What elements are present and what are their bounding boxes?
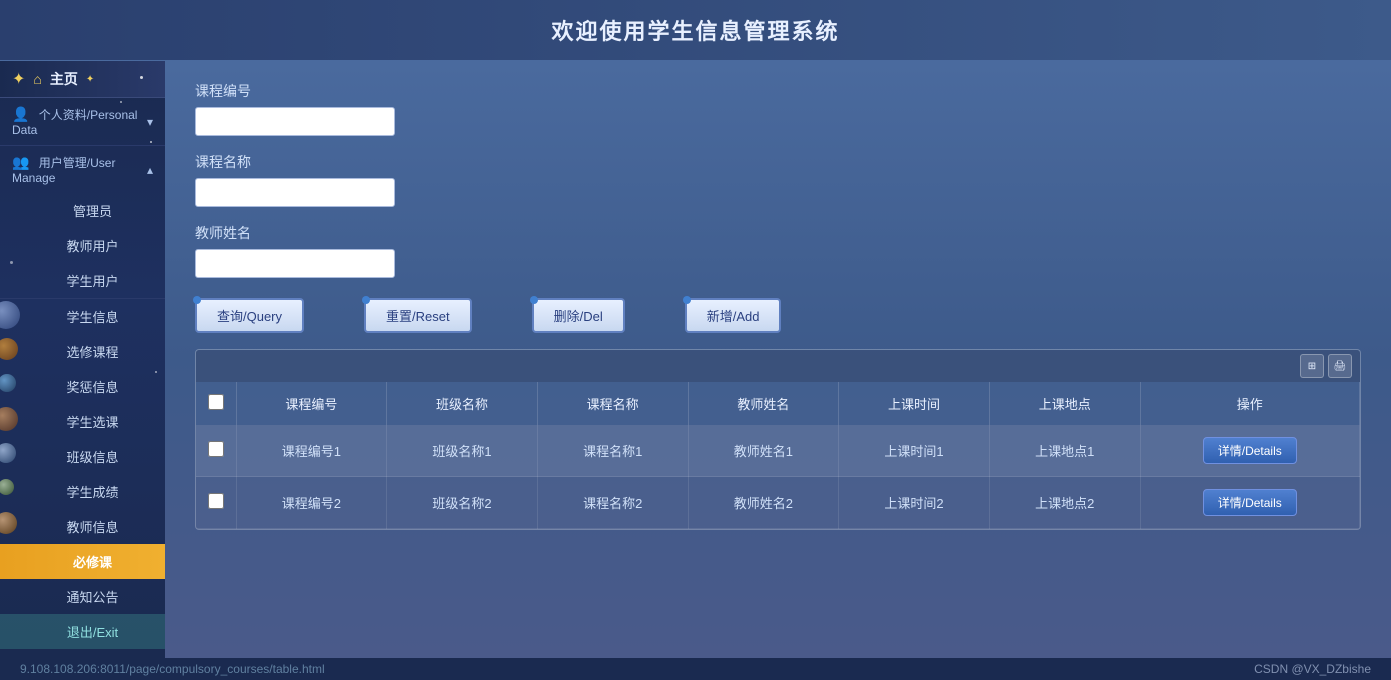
sidebar-item-awards[interactable]: 奖惩信息 — [0, 369, 165, 404]
col-course-id: 课程编号 — [236, 382, 387, 425]
section-user-manage-header[interactable]: 👥 用户管理/User Manage ▴ — [0, 146, 165, 193]
row1-class-time: 上课时间1 — [839, 425, 990, 477]
star-icon-2: ✦ — [86, 74, 94, 85]
sidebar-top: ✦ ⌂ 主页 ✦ — [0, 61, 165, 98]
sidebar-home-label[interactable]: 主页 — [50, 69, 78, 89]
chevron-down-icon: ▾ — [147, 115, 153, 129]
row1-action: 详情/Details — [1140, 425, 1359, 477]
sidebar-item-admin[interactable]: 管理员 — [0, 193, 165, 228]
reset-button[interactable]: 重置/Reset — [364, 298, 472, 333]
users-icon: 👥 — [12, 154, 29, 170]
col-location: 上课地点 — [989, 382, 1140, 425]
row2-checkbox-cell — [196, 477, 236, 529]
row1-checkbox-cell — [196, 425, 236, 477]
course-name-input[interactable] — [195, 178, 395, 207]
row2-class-time: 上课时间2 — [839, 477, 990, 529]
row2-course-name: 课程名称2 — [537, 477, 688, 529]
col-class-name: 班级名称 — [387, 382, 538, 425]
query-button[interactable]: 查询/Query — [195, 298, 304, 333]
sidebar-item-student-user[interactable]: 学生用户 — [0, 263, 165, 298]
footer-url: 9.108.108.206:8011/page/compulsory_cours… — [20, 662, 325, 676]
row2-course-id: 课程编号2 — [236, 477, 387, 529]
row1-details-button[interactable]: 详情/Details — [1203, 437, 1297, 464]
teacher-name-label: 教师姓名 — [195, 223, 1361, 243]
row2-location: 上课地点2 — [989, 477, 1140, 529]
row1-class-name: 班级名称1 — [387, 425, 538, 477]
data-table: 课程编号 班级名称 课程名称 教师姓名 上课时间 — [196, 382, 1360, 529]
person-icon: 👤 — [12, 106, 29, 122]
delete-button[interactable]: 删除/Del — [532, 298, 625, 333]
section-personal-header[interactable]: 👤 个人资料/Personal Data ▾ — [0, 98, 165, 145]
col-action: 操作 — [1140, 382, 1359, 425]
footer: 9.108.108.206:8011/page/compulsory_cours… — [0, 658, 1391, 680]
row2-teacher-name: 教师姓名2 — [688, 477, 839, 529]
main-content: 课程编号 课程名称 教师姓名 查询/Query 重置/Reset 删除/Del … — [165, 61, 1391, 658]
row1-course-name: 课程名称1 — [537, 425, 688, 477]
row1-location: 上课地点1 — [989, 425, 1140, 477]
table-row: 课程编号2 班级名称2 课程名称2 教师姓名2 上课时间2 上课地点2 详情/D… — [196, 477, 1360, 529]
sidebar-item-student-elective[interactable]: 学生选课 — [0, 404, 165, 439]
sidebar-item-compulsory[interactable]: 必修课 — [0, 544, 165, 579]
select-all-checkbox[interactable] — [208, 394, 224, 410]
sidebar-item-notice[interactable]: 通知公告 — [0, 579, 165, 614]
col-class-time: 上课时间 — [839, 382, 990, 425]
sidebar-item-course-select[interactable]: 选修课程 — [0, 334, 165, 369]
row2-checkbox[interactable] — [208, 493, 224, 509]
section-personal-label: 个人资料/Personal Data — [12, 108, 137, 137]
star-icon: ✦ — [12, 69, 25, 89]
row1-teacher-name: 教师姓名1 — [688, 425, 839, 477]
course-id-section: 课程编号 — [195, 81, 1361, 136]
sidebar-item-student-grades[interactable]: 学生成绩 — [0, 474, 165, 509]
table-toolbar: ⊞ 🖨 — [196, 350, 1360, 382]
teacher-name-input[interactable] — [195, 249, 395, 278]
sidebar-item-student-info[interactable]: 学生信息 — [0, 299, 165, 334]
add-button[interactable]: 新增/Add — [685, 298, 782, 333]
sidebar-item-teacher-user[interactable]: 教师用户 — [0, 228, 165, 263]
page-header: 欢迎使用学生信息管理系统 — [0, 0, 1391, 61]
header-title: 欢迎使用学生信息管理系统 — [551, 19, 839, 44]
footer-credit: CSDN @VX_DZbishe — [1254, 662, 1371, 676]
row2-class-name: 班级名称2 — [387, 477, 538, 529]
course-name-section: 课程名称 — [195, 152, 1361, 207]
table-print-btn[interactable]: 🖨 — [1328, 354, 1352, 378]
chevron-up-icon: ▴ — [147, 163, 153, 177]
row2-action: 详情/Details — [1140, 477, 1359, 529]
row1-course-id: 课程编号1 — [236, 425, 387, 477]
sidebar: ✦ ⌂ 主页 ✦ 👤 个人资料/Personal Data ▾ 👥 用户管理/U… — [0, 61, 165, 658]
course-id-input[interactable] — [195, 107, 395, 136]
action-buttons: 查询/Query 重置/Reset 删除/Del 新增/Add — [195, 298, 1361, 333]
course-id-label: 课程编号 — [195, 81, 1361, 101]
sidebar-item-exit[interactable]: 退出/Exit — [0, 614, 165, 649]
course-name-label: 课程名称 — [195, 152, 1361, 172]
data-table-container: ⊞ 🖨 课程编号 班级名称 — [195, 349, 1361, 530]
row2-details-button[interactable]: 详情/Details — [1203, 489, 1297, 516]
home-icon: ⌂ — [33, 71, 41, 87]
col-checkbox — [196, 382, 236, 425]
row1-checkbox[interactable] — [208, 441, 224, 457]
sidebar-item-class-info[interactable]: 班级信息 — [0, 439, 165, 474]
teacher-name-section: 教师姓名 — [195, 223, 1361, 278]
section-personal: 👤 个人资料/Personal Data ▾ — [0, 98, 165, 146]
col-course-name: 课程名称 — [537, 382, 688, 425]
table-expand-btn[interactable]: ⊞ — [1300, 354, 1324, 378]
table-row: 课程编号1 班级名称1 课程名称1 教师姓名1 上课时间1 上课地点1 详情/D… — [196, 425, 1360, 477]
section-user-manage: 👥 用户管理/User Manage ▴ 管理员 教师用户 学生用户 — [0, 146, 165, 299]
col-teacher-name: 教师姓名 — [688, 382, 839, 425]
sidebar-item-teacher-info[interactable]: 教师信息 — [0, 509, 165, 544]
